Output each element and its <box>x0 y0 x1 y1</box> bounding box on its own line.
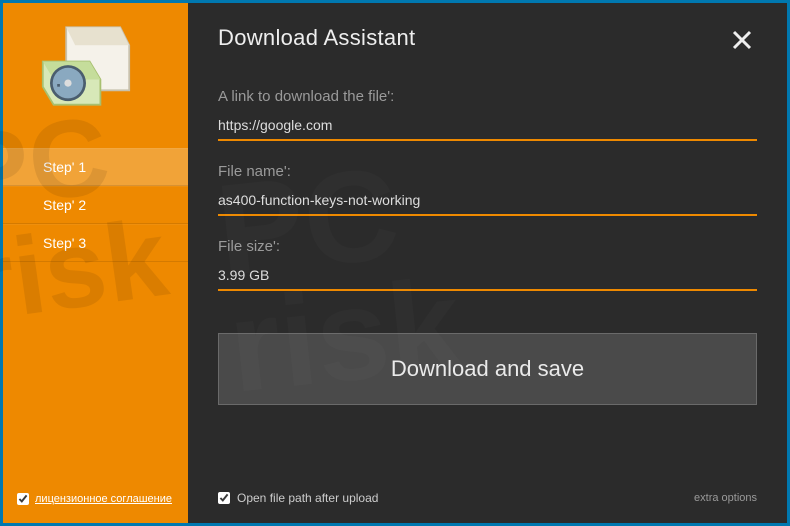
link-label: A link to download the file': <box>218 88 757 105</box>
main-panel: PCrisk Download Assistant A link to down… <box>188 3 787 523</box>
license-row: лицензионное соглашение <box>17 493 172 505</box>
steps-list: Step' 1 Step' 2 Step' 3 <box>3 148 188 262</box>
step-label: Step' 1 <box>43 159 86 175</box>
close-icon <box>731 29 753 51</box>
title-row: Download Assistant <box>218 25 757 60</box>
field-name: File name': <box>218 163 757 216</box>
step-label: Step' 2 <box>43 197 86 213</box>
sidebar: PCrisk Step' 1 Step' 2 Step' 3 лицензион… <box>3 3 188 523</box>
step-label: Step' 3 <box>43 235 86 251</box>
size-input[interactable] <box>218 263 757 291</box>
name-input[interactable] <box>218 188 757 216</box>
close-button[interactable] <box>727 25 757 60</box>
form: A link to download the file': File name'… <box>218 88 757 405</box>
step-1[interactable]: Step' 1 <box>3 148 188 186</box>
open-path-label: Open file path after upload <box>237 491 378 505</box>
license-checkbox[interactable] <box>17 493 29 505</box>
step-3[interactable]: Step' 3 <box>3 224 188 262</box>
field-size: File size': <box>218 238 757 291</box>
open-path-row[interactable]: Open file path after upload <box>218 491 378 505</box>
step-2[interactable]: Step' 2 <box>3 186 188 224</box>
footer: Open file path after upload extra option… <box>218 491 757 505</box>
app-window: PCrisk Step' 1 Step' 2 Step' 3 лицензион… <box>0 0 790 526</box>
size-label: File size': <box>218 238 757 255</box>
open-path-checkbox[interactable] <box>218 492 230 504</box>
name-label: File name': <box>218 163 757 180</box>
link-input[interactable] <box>218 113 757 141</box>
license-link[interactable]: лицензионное соглашение <box>35 493 172 505</box>
page-title: Download Assistant <box>218 25 415 51</box>
extra-options-link[interactable]: extra options <box>694 492 757 504</box>
download-button[interactable]: Download and save <box>218 333 757 405</box>
installer-icon <box>3 3 188 112</box>
field-link: A link to download the file': <box>218 88 757 141</box>
